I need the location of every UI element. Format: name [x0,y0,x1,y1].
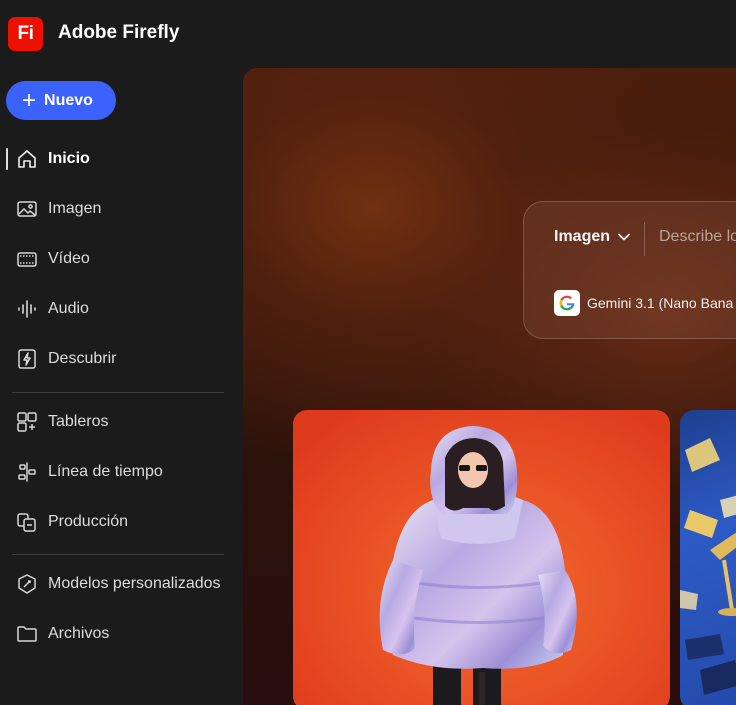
sidebar-item-label: Línea de tiempo [48,463,163,480]
audio-waveform-icon [14,296,40,322]
sidebar-item-archivos[interactable]: Archivos [14,616,224,652]
sidebar-item-label: Modelos personalizados [48,575,221,592]
home-icon [14,146,40,172]
prompt-separator [644,222,645,256]
puffer-jacket-image [379,426,577,705]
prompt-input[interactable]: Describe lo [659,228,736,246]
sidebar-item-label: Producción [48,513,129,530]
discover-icon [14,346,40,372]
image-icon [14,196,40,222]
sidebar-item-label: Archivos [48,625,110,642]
google-icon [554,290,580,316]
hero-panel: Imagen Describe lo Gemini 3.1 (Nano Bana [243,68,736,705]
video-icon [14,246,40,272]
active-indicator [6,148,8,170]
sidebar-item-label: Vídeo [48,250,90,267]
sidebar-item-audio[interactable]: Audio [14,291,224,327]
sidebar-divider [12,554,224,555]
sidebar-item-produccion[interactable]: Producción [14,504,224,540]
model-label: Gemini 3.1 (Nano Bana [587,295,734,311]
model-selector[interactable]: Gemini 3.1 (Nano Bana [554,290,733,316]
sidebar-item-imagen[interactable]: Imagen [14,191,224,227]
gallery-card-puffer-jacket[interactable] [293,410,670,705]
sidebar-item-modelos-personalizados[interactable]: Modelos personalizados [14,566,224,602]
app-title[interactable]: Adobe Firefly [58,22,179,44]
gallery-card-blue-room[interactable] [680,410,736,705]
new-button[interactable]: + Nuevo [6,81,116,120]
sidebar-item-label: Tableros [48,413,109,430]
sidebar-item-tableros[interactable]: Tableros [14,404,224,440]
sidebar-item-label: Audio [48,300,89,317]
media-type-dropdown[interactable]: Imagen [554,228,630,246]
timeline-icon [14,459,40,485]
new-button-label: Nuevo [44,91,93,109]
sidebar-item-inicio[interactable]: Inicio [14,141,224,177]
firefly-logo[interactable]: Fi [8,17,43,51]
chevron-down-icon [618,228,630,246]
sidebar-divider [12,392,224,393]
boards-icon [14,409,40,435]
plus-icon: + [22,86,37,114]
media-type-label: Imagen [554,228,611,245]
sidebar-item-label: Imagen [48,200,102,217]
sidebar-item-video[interactable]: Vídeo [14,241,224,277]
custom-models-icon [14,571,40,597]
sidebar-item-descubrir[interactable]: Descubrir [14,341,224,377]
production-icon [14,509,40,535]
prompt-box: Imagen Describe lo Gemini 3.1 (Nano Bana [523,201,736,339]
sidebar-item-label: Inicio [48,150,90,167]
sidebar-item-linea-de-tiempo[interactable]: Línea de tiempo [14,454,224,490]
blue-room-image [680,438,736,695]
folder-icon [14,621,40,647]
top-bar: Fi Adobe Firefly [0,0,736,68]
sidebar-item-label: Descubrir [48,350,117,367]
